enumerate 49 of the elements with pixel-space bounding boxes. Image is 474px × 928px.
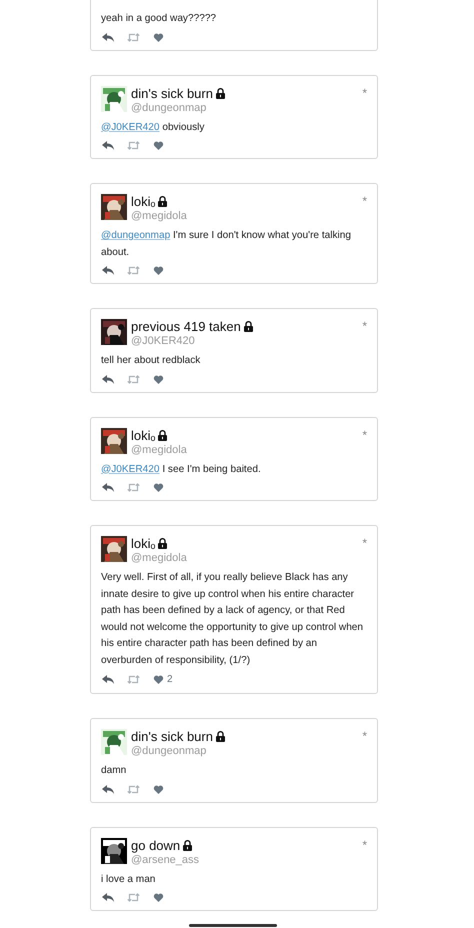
reply-icon[interactable] (102, 141, 114, 150)
display-name: go down (131, 838, 180, 852)
tweet-text: @dungeonmap I'm sure I don't know what you're talking about. (101, 229, 352, 260)
reply-icon[interactable] (102, 32, 114, 42)
user-handle: @megidola (131, 442, 187, 456)
mention-link[interactable]: @J0KER420 (101, 464, 160, 474)
tweet-text: i love a man (101, 872, 156, 886)
user-handle: @dungeonmap (131, 744, 208, 758)
like-count: 2 (167, 674, 173, 685)
user-handle: @megidola (131, 209, 187, 223)
star-icon[interactable]: * (362, 729, 367, 743)
star-icon[interactable]: * (362, 428, 367, 442)
heart-icon[interactable] (153, 483, 164, 492)
reply-icon[interactable] (102, 784, 114, 794)
star-icon[interactable]: * (362, 86, 367, 100)
reply-icon[interactable] (102, 374, 114, 384)
heart-icon[interactable] (153, 141, 164, 150)
reply-icon[interactable] (102, 893, 114, 902)
user-handle: @arsene_ass (131, 853, 200, 866)
tweet-text: yeah in a good way????? (101, 12, 218, 26)
display-name: previous 419 taken (131, 319, 241, 334)
user-handle: @megidola (131, 551, 187, 565)
heart-icon[interactable] (153, 893, 164, 902)
reply-icon[interactable] (102, 483, 114, 492)
mention-link[interactable]: @J0KER420 (101, 122, 160, 132)
star-icon[interactable]: * (362, 194, 367, 208)
heart-icon[interactable] (153, 784, 164, 794)
heart-icon[interactable] (153, 374, 164, 384)
display-name: lokiₒ (131, 536, 156, 551)
display-name: lokiₒ (131, 428, 156, 442)
heart-icon[interactable] (153, 675, 164, 684)
mention-link[interactable]: @dungeonmap (101, 230, 170, 241)
heart-icon[interactable] (153, 266, 164, 275)
display-name: din's sick burn (131, 86, 213, 100)
tweet-text: @J0KER420 I see I'm being baited. (101, 462, 262, 476)
display-name: lokiₒ (131, 194, 156, 209)
user-handle: @dungeonmap (131, 100, 208, 114)
display-name: din's sick burn (131, 729, 213, 744)
heart-icon[interactable] (153, 32, 164, 42)
star-icon[interactable]: * (362, 319, 367, 333)
reply-icon[interactable] (102, 675, 114, 684)
star-icon[interactable]: * (362, 536, 367, 550)
tweet-text: @J0KER420 obviously (101, 120, 206, 134)
star-icon[interactable]: * (362, 838, 367, 852)
tweet-text: tell her about redblack (101, 354, 202, 368)
tweet-text: damn (101, 764, 128, 778)
reply-icon[interactable] (102, 266, 114, 275)
user-handle: @J0KER420 (131, 334, 196, 348)
tweet-text: Very well. First of all, if you really believe Black has any innate desire to give up control when his entire character path has been defined by a lack of agency, or that Red would not welcome the opportunity to give up control when his entire character path has been defined by an overburden of responsibility, (1/?) (101, 571, 364, 668)
